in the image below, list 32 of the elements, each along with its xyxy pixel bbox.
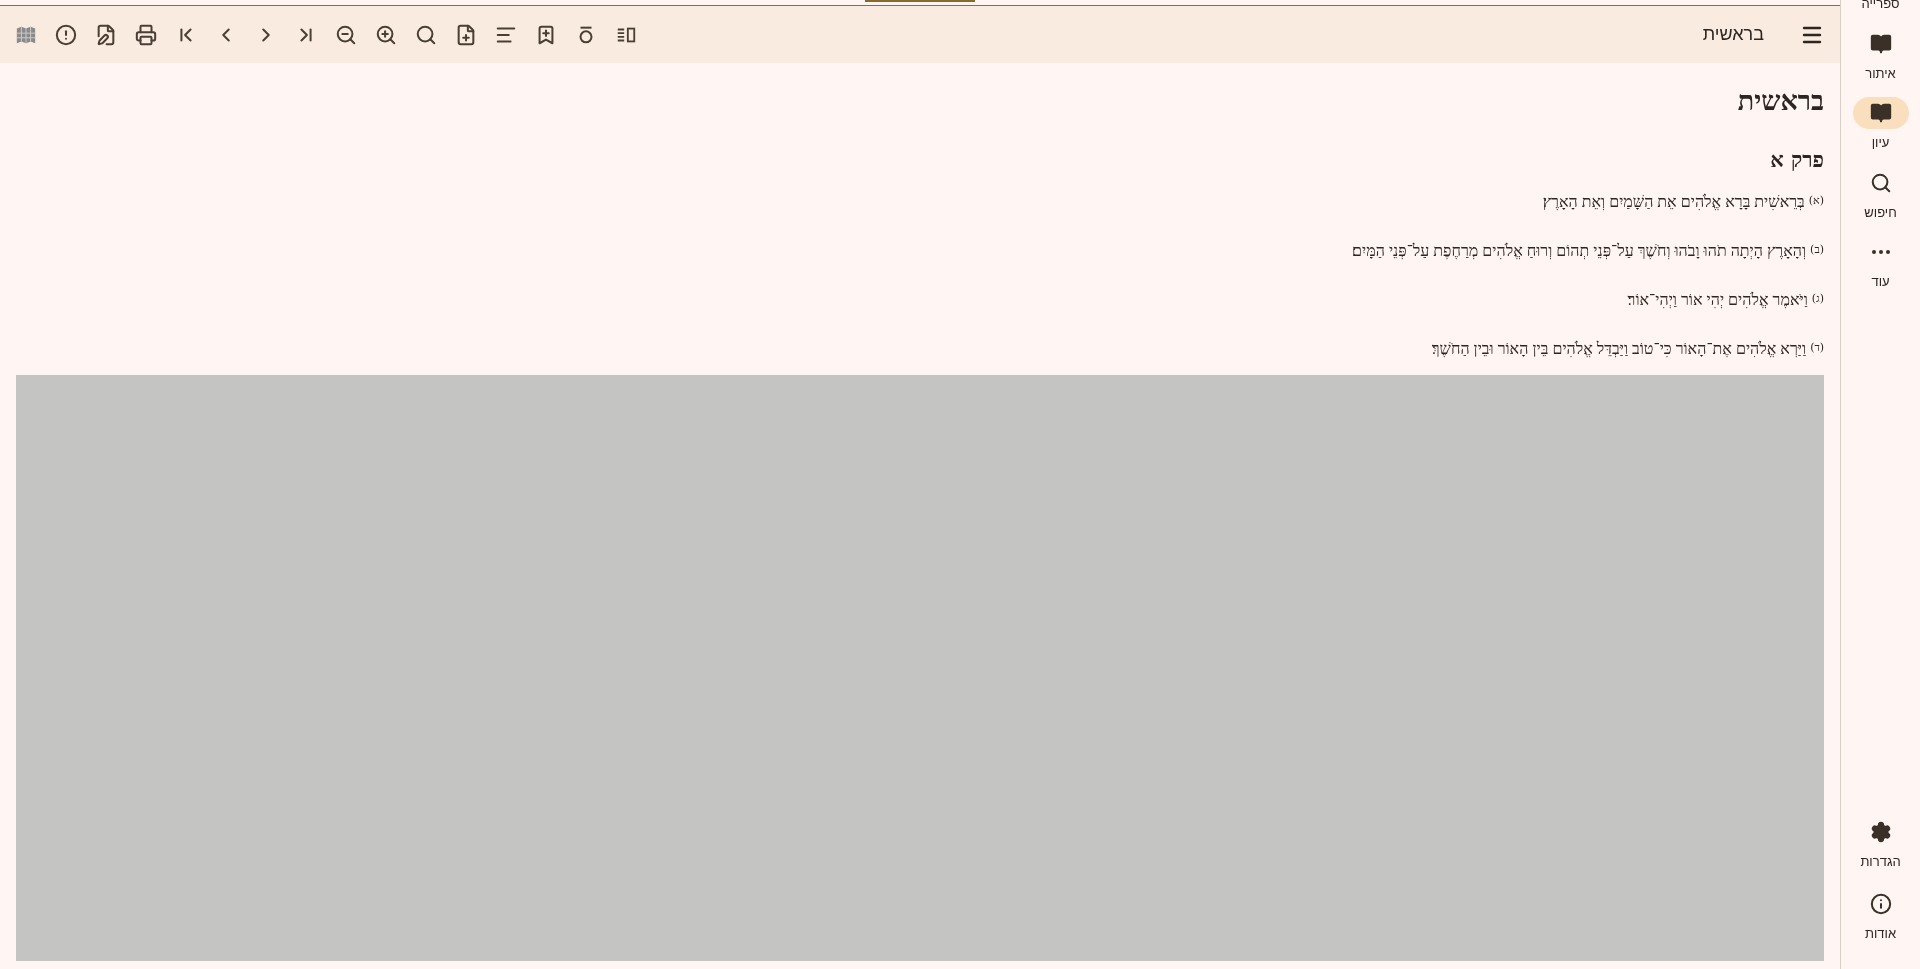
open-book-icon [1869, 102, 1892, 124]
file-edit-icon [95, 23, 117, 46]
nav-label: איתור [1865, 64, 1896, 83]
zoom-out-icon [335, 23, 357, 46]
nav-button[interactable] [1852, 97, 1909, 129]
settings-icon [1869, 821, 1892, 843]
verse-number: (ב) [1810, 242, 1824, 259]
book-icon [1869, 32, 1892, 55]
verse-text: וַיַּרְא אֱלֹהִים אֶת־הָאוֹר כִּי־טוֹב וַיַּבְדֵּל אֱלֹהִים בֵּין הָאוֹר וּבֵין הַחֹשֶׁךְ׃ [1431, 338, 1807, 360]
verse-text: וַיֹּאמֶר אֱלֹהִים יְהִי אוֹר וַיְהִי־אוֹר׃ [1627, 289, 1808, 311]
verse-number: (א) [1808, 193, 1824, 210]
verse-text: בְּרֵאשִׁית בָּרָא אֱלֹהִים אֵת הַשָּׁמַיִם וְאֵת הָאָרֶץ׃ [1542, 191, 1805, 213]
nav-label: אודות [1864, 924, 1897, 943]
nav-label: הגדרות [1860, 853, 1901, 871]
toolbar-title: בראשית [1702, 23, 1764, 46]
file-plus-icon [455, 23, 477, 46]
info-icon [1869, 892, 1892, 915]
book-title: בראשית [1736, 84, 1824, 118]
verse-text: וְהָאָרֶץ הָיְתָה תֹהוּ וָבֹהוּ וְחֹשֶׁךְ עַל־פְּנֵי תְהוֹם וְרוּחַ אֱלֹהִים מְרַחֶפֶת עַל־פְּנֵי הַמָּיִם׃ [1352, 240, 1807, 262]
zoom-in-icon [375, 23, 397, 46]
print-icon [135, 23, 157, 46]
nav-label: עוד [1871, 273, 1890, 291]
alert-icon [55, 23, 77, 46]
verse-number: (ד) [1810, 340, 1824, 357]
search-icon [415, 23, 437, 46]
chapter-title: פרק א [1769, 145, 1824, 174]
search-icon [1869, 171, 1892, 194]
nav-label: חיפוש [1864, 203, 1897, 222]
more-icon [1871, 250, 1890, 254]
nav-label: עיון [1871, 134, 1890, 152]
verse-number: (ג) [1811, 291, 1824, 308]
nav-label: ספרייה [1861, 0, 1900, 13]
